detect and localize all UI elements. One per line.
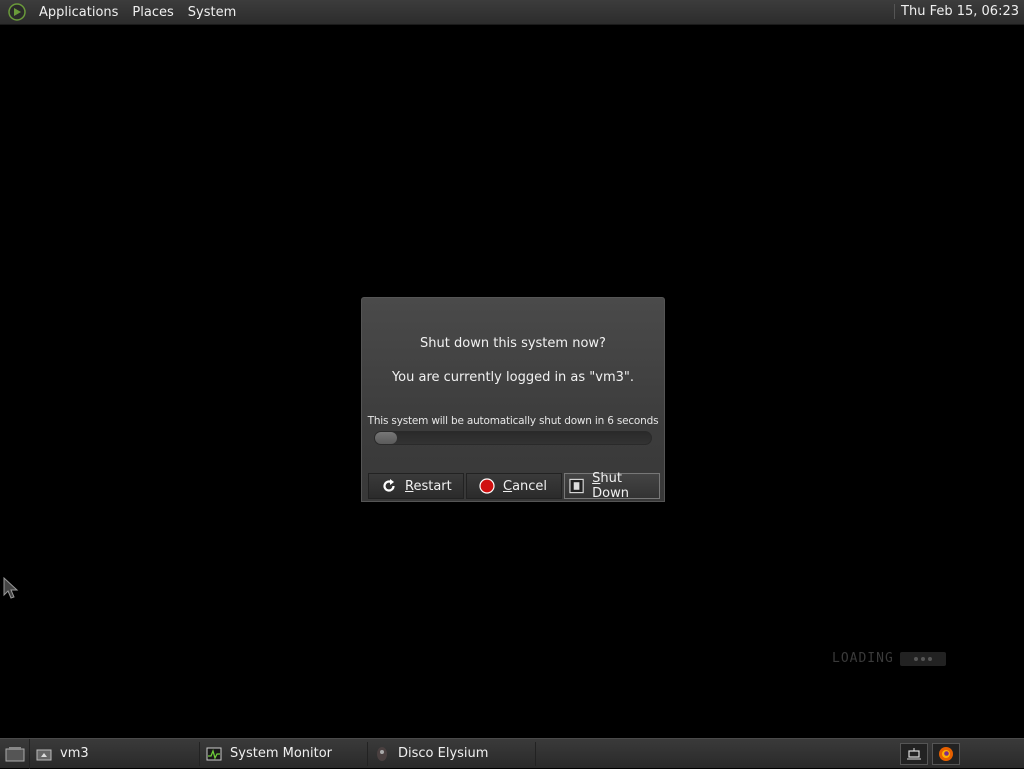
show-desktop-icon (5, 746, 24, 761)
disco-elysium-icon (377, 746, 387, 761)
countdown-progress-fill (375, 432, 398, 444)
countdown-progress-bar (374, 431, 652, 445)
dialog-button-row: Restart Cancel Shut Down (368, 471, 660, 501)
bottom-panel: vm3 System Monitor Disco Elysium (0, 738, 1024, 769)
cancel-label: ancel (512, 478, 548, 494)
cancel-icon (479, 478, 495, 494)
mouse-pointer-icon (3, 577, 19, 599)
taskbar-item-system-monitor[interactable]: System Monitor (200, 741, 368, 766)
system-tray (900, 743, 960, 765)
restart-label: estart (413, 478, 452, 494)
top-panel: Applications Places System Thu Feb 15, 0… (0, 0, 1024, 25)
taskbar-item-disco-elysium[interactable]: Disco Elysium (368, 741, 536, 766)
menu-system[interactable]: System (181, 5, 243, 20)
main-menu-logo-icon[interactable] (6, 1, 28, 23)
menu-applications[interactable]: Applications (32, 5, 125, 20)
taskbar-label-vm3: vm3 (60, 746, 89, 761)
cancel-mnemonic: C (503, 478, 513, 494)
restart-icon (383, 479, 395, 492)
system-monitor-icon (206, 747, 222, 760)
firefox-icon (939, 747, 953, 761)
firefox-tray-item[interactable] (932, 743, 960, 765)
shutdown-dialog: Shut down this system now? You are curre… (361, 297, 665, 502)
show-desktop-button[interactable] (0, 738, 30, 769)
dialog-title: Shut down this system now? (420, 336, 606, 351)
dialog-countdown-text: This system will be automatically shut d… (367, 415, 659, 427)
shutdown-button[interactable]: Shut Down (564, 471, 660, 501)
dialog-logged-in-text: You are currently logged in as "vm3". (391, 370, 635, 385)
taskbar-item-vm3[interactable]: vm3 (30, 741, 200, 766)
network-tray-item[interactable] (900, 743, 928, 765)
loading-label: LOADING (832, 651, 894, 666)
cancel-button[interactable]: Cancel (466, 473, 562, 499)
home-folder-icon (36, 749, 52, 760)
loading-indicator: LOADING (832, 651, 946, 666)
restart-button[interactable]: Restart (368, 473, 464, 499)
taskbar-label-system-monitor: System Monitor (230, 746, 333, 761)
menu-places[interactable]: Places (125, 5, 180, 20)
network-icon (907, 748, 921, 760)
clock[interactable]: Thu Feb 15, 06:23 (894, 4, 1019, 19)
shutdown-icon (569, 478, 584, 494)
loading-dots-icon (899, 651, 946, 666)
taskbar-label-disco-elysium: Disco Elysium (398, 746, 489, 761)
